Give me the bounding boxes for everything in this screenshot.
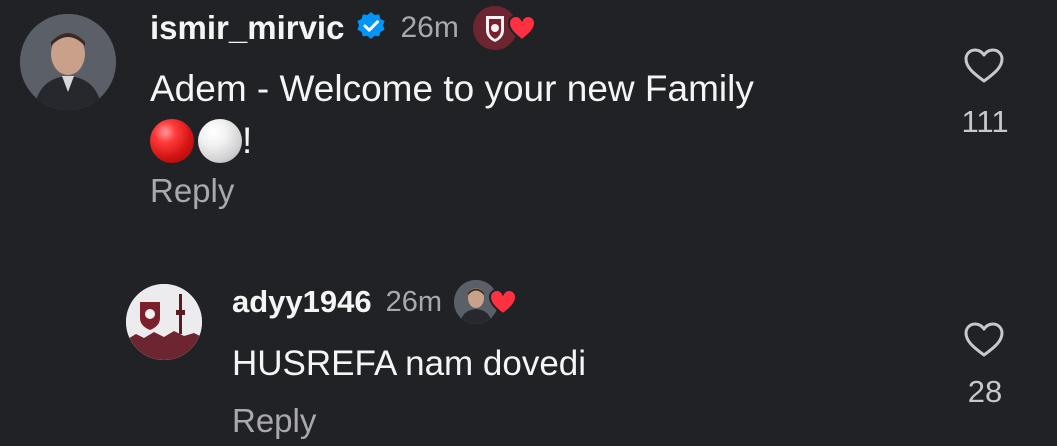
club-skyline-avatar-icon bbox=[126, 284, 202, 360]
comment-ismir-mirvic: ismir_mirvic 26m Adem - Welcome to your … bbox=[0, 0, 1057, 240]
timestamp[interactable]: 26m bbox=[386, 286, 442, 319]
reply-button[interactable]: Reply bbox=[150, 172, 234, 210]
comment-text: HUSREFA nam dovedi bbox=[232, 344, 587, 383]
like-button[interactable] bbox=[962, 46, 1006, 86]
heart-outline-icon bbox=[964, 48, 1004, 83]
username[interactable]: adyy1946 bbox=[232, 284, 372, 320]
like-count: 28 bbox=[967, 374, 1003, 409]
like-button[interactable] bbox=[962, 320, 1006, 360]
comment-text-line: ! bbox=[150, 116, 754, 164]
comment-text: Adem - Welcome to your new Family ! bbox=[150, 66, 754, 164]
username[interactable]: ismir_mirvic bbox=[150, 9, 344, 47]
comment-text-suffix: ! bbox=[242, 120, 253, 162]
heart-outline-icon bbox=[964, 322, 1004, 357]
comment-text-line: Adem - Welcome to your new Family bbox=[150, 68, 754, 109]
comment-header: ismir_mirvic 26m bbox=[150, 6, 537, 50]
person-photo-icon bbox=[20, 14, 116, 110]
comment-adyy1946: adyy1946 26m HUSREFA nam dovedi Reply 28 bbox=[0, 270, 1057, 446]
avatar-adyy1946[interactable] bbox=[126, 284, 202, 360]
verified-badge-icon bbox=[356, 11, 386, 46]
reply-button[interactable]: Reply bbox=[232, 402, 316, 440]
timestamp[interactable]: 26m bbox=[400, 11, 458, 45]
creator-liked-heart-icon bbox=[488, 288, 518, 321]
white-circle-emoji-icon bbox=[198, 119, 242, 164]
like-count: 111 bbox=[961, 104, 1009, 139]
comment-header: adyy1946 26m bbox=[232, 280, 518, 324]
avatar-ismir-mirvic[interactable] bbox=[20, 14, 116, 110]
red-circle-emoji-icon bbox=[150, 119, 194, 164]
creator-liked-heart-icon bbox=[507, 14, 537, 47]
